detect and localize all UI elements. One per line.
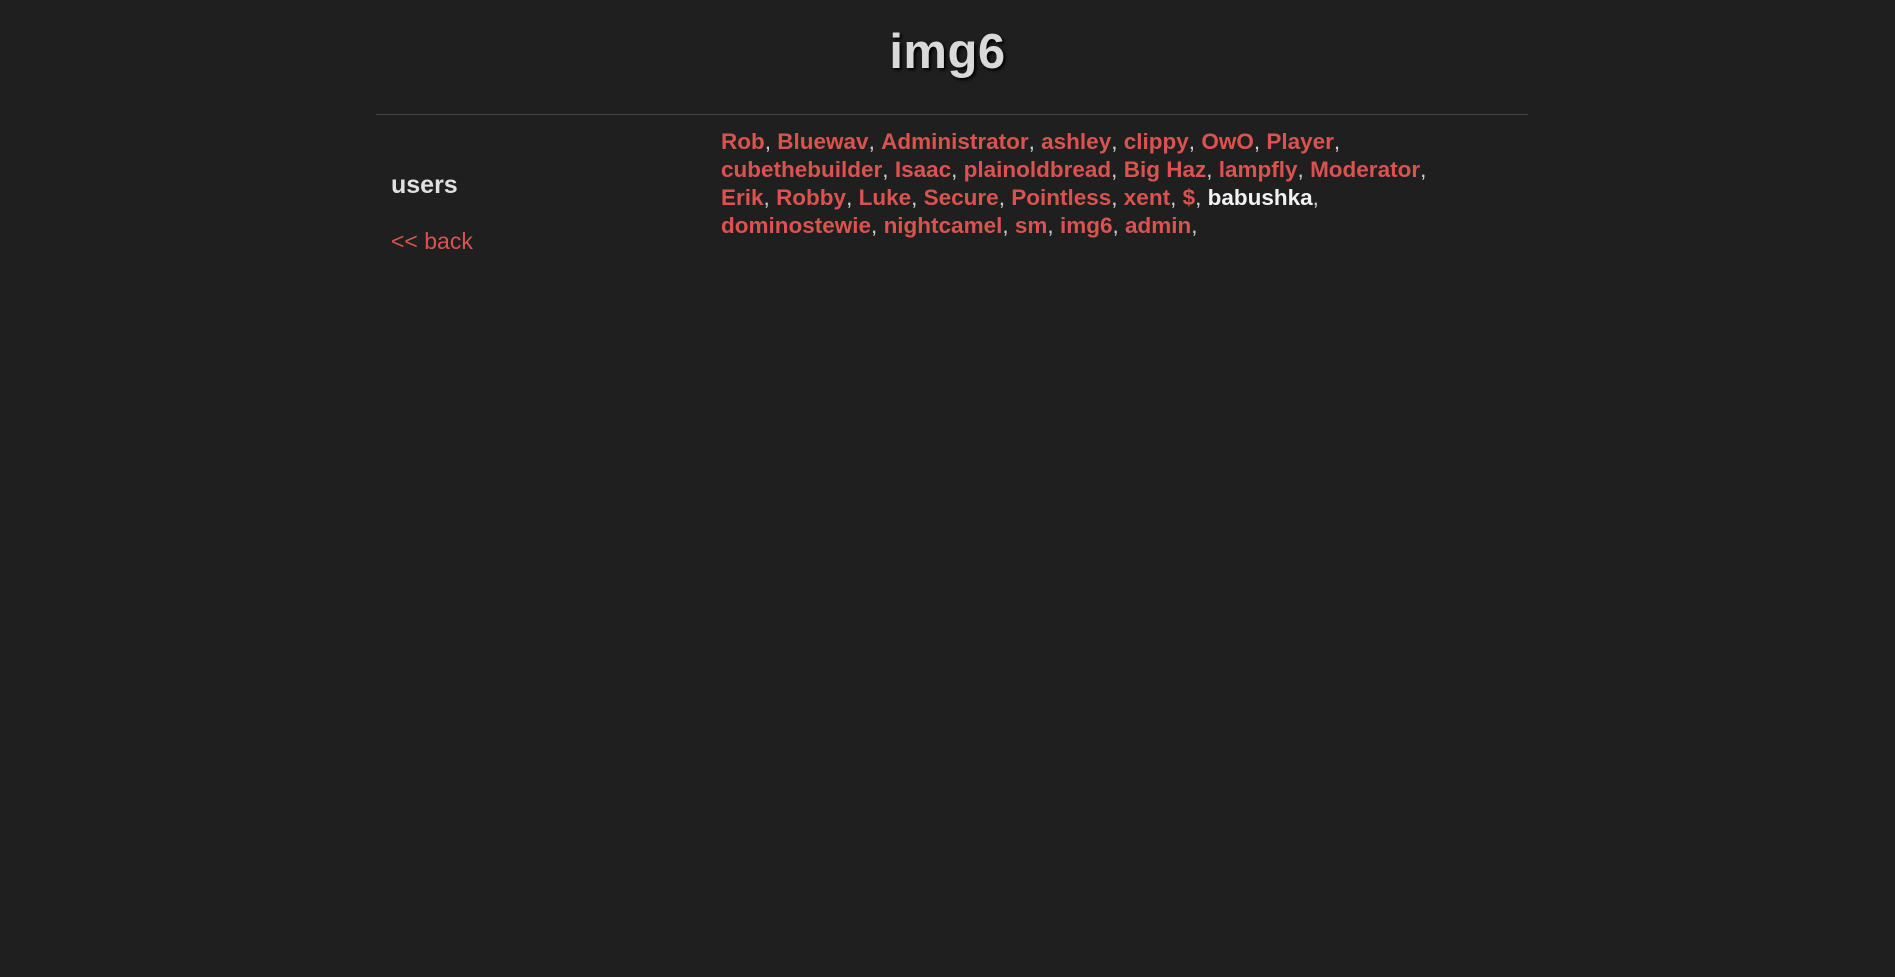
site-title: img6 — [889, 25, 1006, 79]
user-separator: , — [1002, 213, 1009, 238]
user-separator: , — [1170, 185, 1177, 210]
user-separator: , — [1206, 157, 1213, 182]
user-separator: , — [882, 157, 889, 182]
user-link[interactable]: Luke — [859, 185, 912, 210]
sidebar: users << back — [391, 171, 473, 255]
user-separator: , — [763, 185, 770, 210]
user-link-current[interactable]: babushka — [1208, 185, 1313, 210]
user-separator: , — [868, 129, 875, 154]
user-link[interactable]: dominostewie — [721, 213, 871, 238]
user-separator: , — [846, 185, 853, 210]
user-link[interactable]: Bluewav — [777, 129, 868, 154]
back-link[interactable]: << back — [391, 228, 473, 255]
user-separator: , — [1297, 157, 1304, 182]
user-link[interactable]: nightcamel — [884, 213, 1003, 238]
header-divider — [376, 114, 1528, 115]
user-separator: , — [911, 185, 918, 210]
user-link[interactable]: ashley — [1041, 129, 1111, 154]
user-separator: , — [1111, 129, 1118, 154]
user-separator: , — [1047, 213, 1054, 238]
user-separator: , — [764, 129, 772, 154]
user-link[interactable]: admin — [1125, 213, 1191, 238]
user-separator: , — [1195, 185, 1202, 210]
user-link[interactable]: Secure — [924, 185, 999, 210]
user-link[interactable]: plainoldbread — [964, 157, 1112, 182]
user-separator: , — [1112, 213, 1119, 238]
user-link[interactable]: Player — [1266, 129, 1334, 154]
user-link[interactable]: Big Haz — [1124, 157, 1207, 182]
user-link[interactable]: Rob — [721, 129, 765, 154]
user-separator: , — [1111, 157, 1118, 182]
user-separator: , — [998, 185, 1005, 210]
user-link[interactable]: Robby — [776, 185, 846, 210]
user-separator: , — [951, 157, 958, 182]
user-separator: , — [1111, 185, 1118, 210]
user-link[interactable]: lampfly — [1219, 157, 1298, 182]
user-separator: , — [1420, 157, 1427, 182]
user-link[interactable]: Administrator — [881, 129, 1029, 154]
user-separator: , — [1333, 129, 1341, 154]
user-link[interactable]: img6 — [1060, 213, 1113, 238]
user-link[interactable]: Isaac — [895, 157, 951, 182]
user-link[interactable]: xent — [1124, 185, 1170, 210]
user-list: Rob, Bluewav, Administrator, ashley, cli… — [721, 128, 1481, 240]
user-link[interactable]: cubethebuilder — [721, 157, 882, 182]
user-separator: , — [1312, 185, 1319, 210]
user-separator: , — [1188, 129, 1196, 154]
site-header: img6 — [0, 0, 1895, 85]
user-link[interactable]: Moderator — [1310, 157, 1420, 182]
user-link[interactable]: OwO — [1201, 129, 1254, 154]
user-link[interactable]: sm — [1015, 213, 1048, 238]
user-separator: , — [871, 213, 878, 238]
user-link[interactable]: Erik — [721, 185, 764, 210]
user-link[interactable]: Pointless — [1011, 185, 1111, 210]
user-link[interactable]: clippy — [1124, 129, 1189, 154]
user-separator: , — [1191, 213, 1198, 238]
user-separator: , — [1028, 129, 1035, 154]
user-separator: , — [1253, 129, 1261, 154]
user-link[interactable]: $ — [1183, 185, 1196, 210]
section-title: users — [391, 171, 458, 199]
